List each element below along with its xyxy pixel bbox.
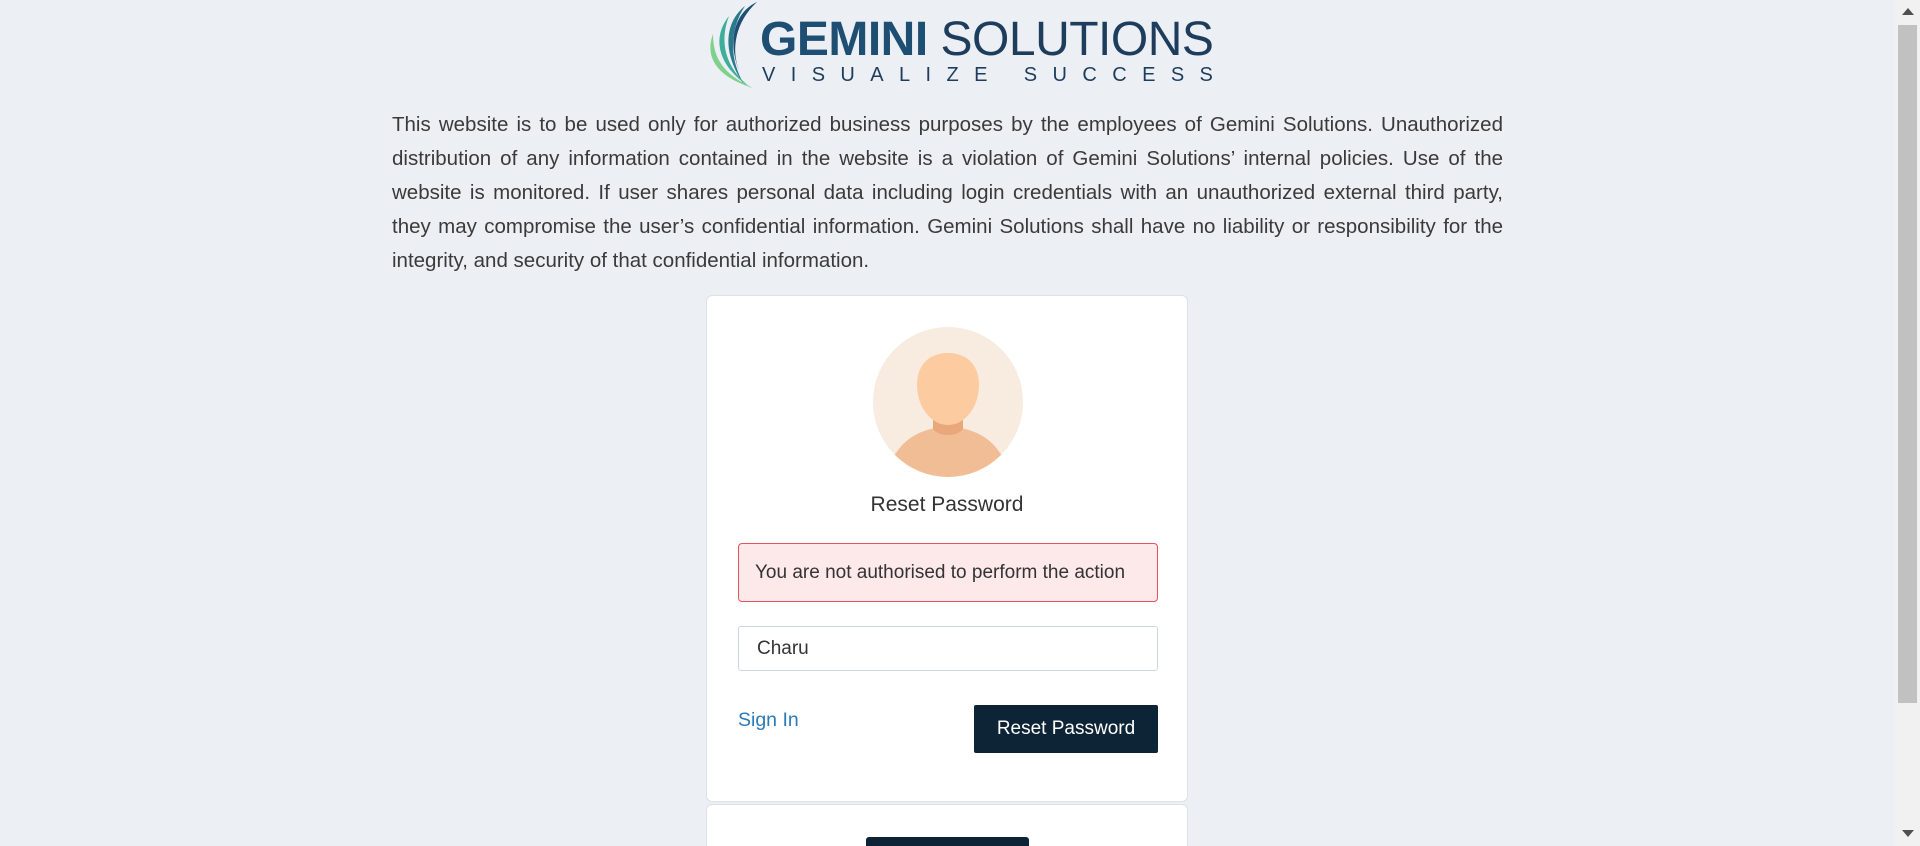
scroll-thumb[interactable] [1898, 25, 1917, 703]
scroll-up-arrow-icon[interactable] [1902, 8, 1914, 15]
scroll-down-arrow-icon[interactable] [1902, 830, 1914, 837]
vertical-scrollbar[interactable] [1895, 0, 1920, 846]
reset-password-card: Reset Password You are not authorised to… [706, 295, 1188, 802]
user-avatar-icon [873, 327, 1023, 477]
error-alert: You are not authorised to perform the ac… [738, 543, 1158, 602]
sign-in-link[interactable]: Sign In [738, 709, 799, 732]
card-title: Reset Password [870, 493, 1024, 516]
page: GEMINI SOLUTIONS VISUALIZE SUCCESS This … [0, 0, 1920, 846]
logo-wordmark: GEMINI SOLUTIONS [760, 13, 1214, 66]
disclaimer-text: This website is to be used only for auth… [392, 113, 1503, 272]
gemini-solutions-logo: GEMINI SOLUTIONS VISUALIZE SUCCESS [705, 0, 1214, 90]
secondary-card-button[interactable] [866, 837, 1029, 846]
logo-leaves-icon [710, 2, 757, 88]
reset-password-button[interactable]: Reset Password [974, 705, 1158, 753]
secondary-card [706, 804, 1188, 846]
logo-tagline: VISUALIZE SUCCESS [762, 64, 1229, 86]
username-input[interactable] [738, 626, 1158, 671]
